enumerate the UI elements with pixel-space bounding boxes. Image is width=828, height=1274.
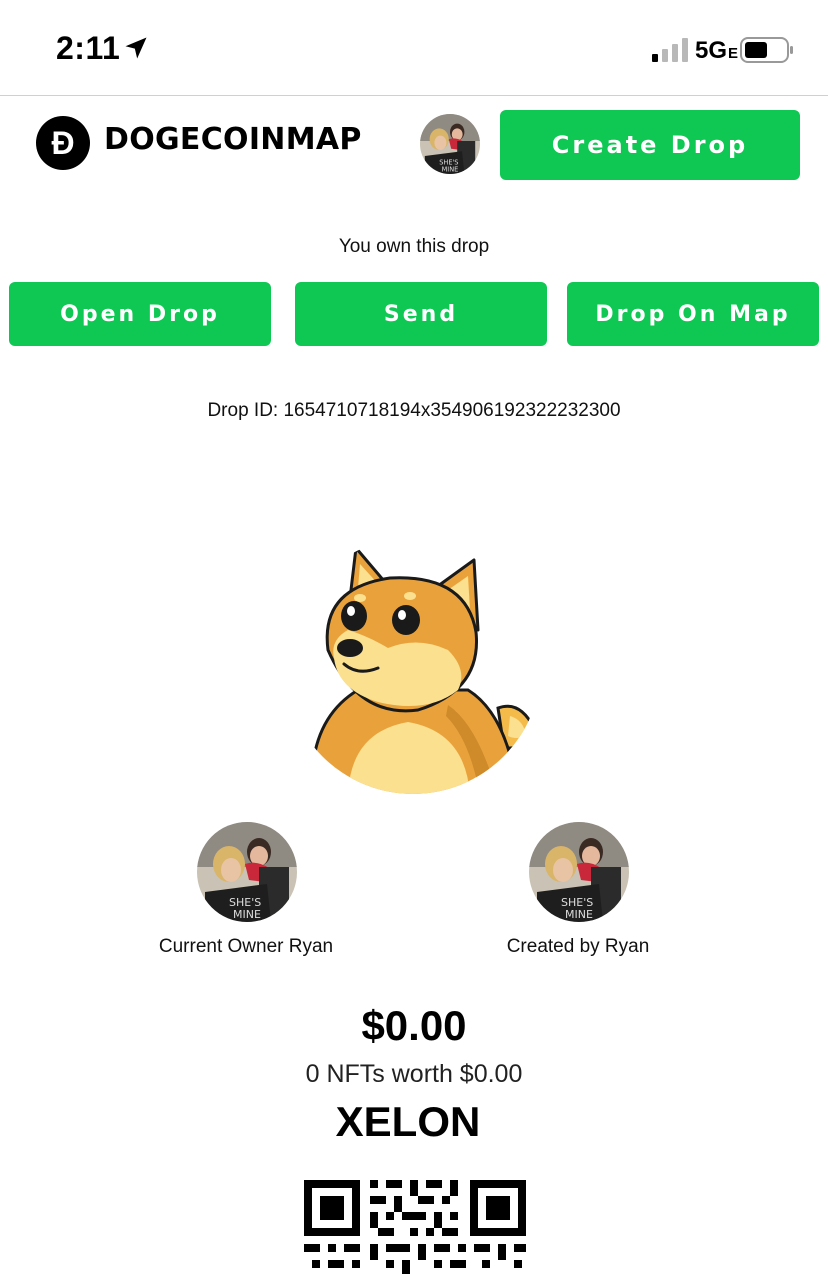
drop-name: XELON (335, 1098, 481, 1145)
drop-id: Drop ID: 1654710718194x35490619232223230… (207, 400, 621, 421)
svg-text:MINE: MINE (442, 166, 459, 174)
open-drop-button[interactable]: Open Drop (9, 282, 271, 346)
owner-avatar-photo: SHE'S MINE (197, 822, 297, 922)
user-avatar[interactable]: SHE'S MINE (420, 114, 480, 174)
brand-name[interactable]: DOGECOINMAP (104, 122, 362, 157)
signal-bars-icon (652, 38, 688, 62)
nft-worth: 0 NFTs worth $0.00 (305, 1060, 523, 1088)
qr-code[interactable] (304, 1180, 526, 1274)
owner-avatar[interactable]: SHE'S MINE (197, 822, 297, 922)
create-drop-button[interactable]: Create Drop (500, 110, 800, 180)
location-arrow-icon (125, 37, 147, 59)
network-label: 5GE (695, 37, 739, 64)
avatar-photo: SHE'S MINE (420, 114, 480, 174)
creator-avatar[interactable]: SHE'S MINE (529, 822, 629, 922)
send-button[interactable]: Send (295, 282, 547, 346)
creator-avatar-photo: SHE'S MINE (529, 822, 629, 922)
dogecoin-logo-icon[interactable]: Ð (36, 116, 90, 170)
drop-price: $0.00 (361, 1002, 467, 1049)
svg-text:MINE: MINE (233, 908, 261, 921)
drop-on-map-button[interactable]: Drop On Map (567, 282, 819, 346)
svg-text:MINE: MINE (565, 908, 593, 921)
status-time: 2:11 (56, 30, 121, 66)
ownership-status: You own this drop (338, 236, 490, 257)
status-bar: 2:11 5GE (0, 0, 828, 96)
creator-label[interactable]: Created by Ryan (478, 936, 678, 958)
doge-drop-image (310, 546, 536, 794)
battery-icon (740, 37, 793, 63)
current-owner-label[interactable]: Current Owner Ryan (146, 936, 346, 958)
